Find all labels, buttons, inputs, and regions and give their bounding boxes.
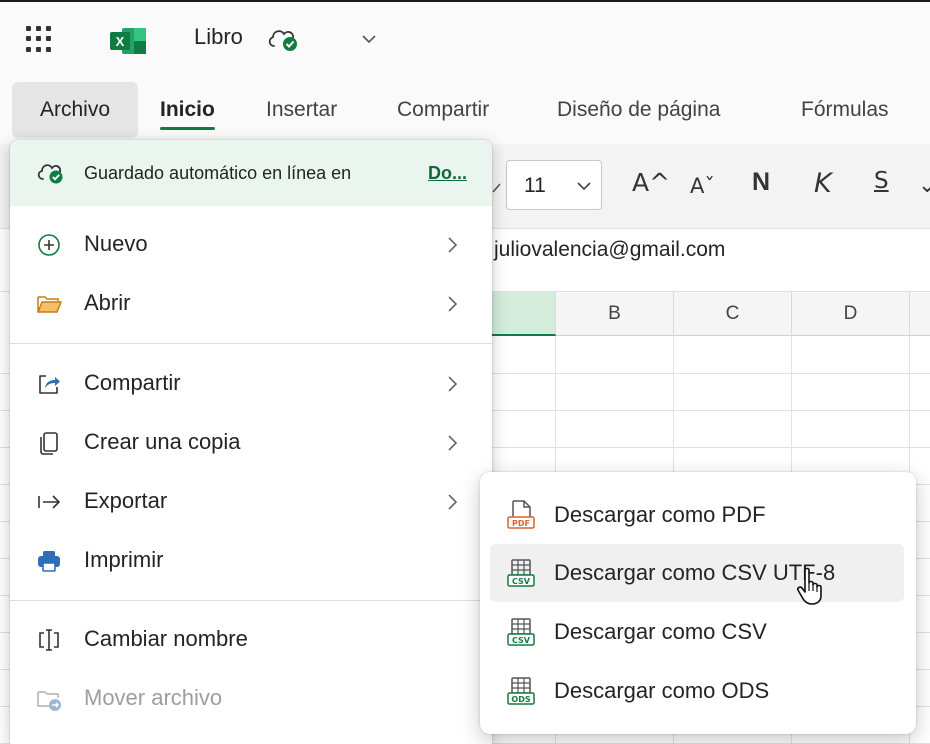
download-pdf-item[interactable]: PDF Descargar como PDF	[490, 486, 904, 544]
column-header-b[interactable]: B	[556, 292, 674, 336]
more-toolbar-icon[interactable]: ⌄	[918, 172, 930, 198]
svg-text:X: X	[116, 34, 125, 49]
app-launcher-icon[interactable]	[22, 22, 56, 56]
chevron-right-icon	[448, 494, 458, 510]
file-menu: Guardado automático en línea en Do... Nu…	[10, 140, 492, 744]
autosave-text: Guardado automático en línea en	[84, 163, 352, 183]
cloud-saved-icon[interactable]	[266, 24, 302, 54]
printer-icon	[38, 551, 60, 572]
autosave-banner: Guardado automático en línea en Do...	[10, 140, 492, 206]
tab-inicio[interactable]: Inicio	[160, 82, 215, 138]
plus-circle-icon	[38, 234, 60, 256]
menu-item-label: Crear una copia	[84, 429, 241, 454]
menu-item-mover-archivo: Mover archivo	[10, 670, 492, 728]
ods-file-icon: ODS	[507, 677, 535, 705]
grow-font-button[interactable]: A^	[632, 168, 670, 197]
copy-icon	[40, 432, 58, 455]
download-ods-item[interactable]: ODS Descargar como ODS	[490, 662, 904, 720]
hand-cursor-icon	[797, 567, 822, 605]
submenu-item-label: Descargar como CSV	[554, 619, 767, 644]
folder-open-icon	[37, 296, 62, 313]
title-chevron-down-icon[interactable]	[358, 30, 380, 48]
bold-button[interactable]: N	[752, 168, 770, 197]
download-csv-utf8-item[interactable]: CSV Descargar como CSV UTF-8	[490, 544, 904, 602]
menu-item-nuevo[interactable]: Nuevo	[10, 216, 492, 274]
download-csv-item[interactable]: CSV Descargar como CSV	[490, 603, 904, 661]
menu-divider	[10, 600, 492, 601]
export-arrow-icon	[38, 495, 61, 509]
column-header-e[interactable]	[910, 292, 930, 336]
menu-item-exportar[interactable]: Exportar	[10, 473, 492, 531]
menu-item-abrir[interactable]: Abrir	[10, 275, 492, 333]
column-header-d[interactable]: D	[792, 292, 910, 336]
tab-diseno-de-pagina[interactable]: Diseño de página	[557, 82, 720, 138]
menu-item-label: Mover archivo	[84, 685, 223, 710]
csv-file-icon: CSV	[507, 559, 535, 587]
submenu-item-label: Descargar como CSV UTF-8	[554, 560, 836, 585]
svg-text:CSV: CSV	[512, 636, 531, 645]
svg-text:CSV: CSV	[512, 577, 531, 586]
menu-item-label: Nuevo	[84, 231, 148, 256]
menu-item-label: Cambiar nombre	[84, 626, 248, 651]
chevron-right-icon	[448, 237, 458, 253]
chevron-right-icon	[448, 435, 458, 451]
autosave-location-link[interactable]: Do...	[428, 163, 467, 184]
tab-archivo[interactable]: Archivo	[12, 82, 138, 138]
excel-logo: X	[110, 28, 146, 54]
menu-item-label: Exportar	[84, 488, 168, 513]
formula-bar-content[interactable]: juliovalencia@gmail.com	[494, 238, 725, 262]
pdf-file-icon: PDF	[507, 500, 535, 529]
menu-item-cambiar-nombre[interactable]: Cambiar nombre	[10, 611, 492, 669]
menu-item-label: Compartir	[84, 370, 181, 395]
font-size-value: 11	[524, 174, 546, 197]
menu-divider	[10, 343, 492, 344]
font-name-dropdown-icon[interactable]	[490, 178, 506, 198]
shrink-font-button[interactable]: Aˇ	[690, 174, 715, 198]
menu-item-label: Abrir	[84, 290, 131, 315]
menu-item-crear-copia[interactable]: Crear una copia	[10, 414, 492, 472]
rename-icon	[39, 629, 59, 651]
submenu-item-label: Descargar como PDF	[554, 502, 766, 527]
ribbon-tab-bar: Archivo Inicio Insertar Compartir Diseño…	[0, 78, 930, 144]
export-submenu: PDF Descargar como PDF CSV Descargar com…	[480, 472, 916, 734]
menu-item-label: Imprimir	[84, 547, 164, 572]
font-size-chevron-down-icon[interactable]	[574, 178, 594, 194]
underline-button[interactable]: S	[874, 168, 889, 194]
svg-text:PDF: PDF	[512, 519, 530, 528]
move-folder-icon	[37, 691, 61, 711]
cloud-check-icon	[37, 164, 63, 184]
chevron-right-icon	[448, 376, 458, 392]
submenu-item-label: Descargar como ODS	[554, 678, 770, 703]
tab-compartir[interactable]: Compartir	[397, 82, 489, 138]
tab-formulas[interactable]: Fórmulas	[801, 82, 889, 138]
document-title[interactable]: Libro	[194, 24, 243, 50]
chevron-right-icon	[448, 296, 458, 312]
italic-button[interactable]: K	[814, 168, 832, 199]
menu-item-imprimir[interactable]: Imprimir	[10, 532, 492, 590]
svg-text:ODS: ODS	[511, 695, 530, 704]
menu-item-compartir[interactable]: Compartir	[10, 355, 492, 413]
share-icon	[39, 375, 60, 394]
csv-file-icon: CSV	[507, 618, 535, 646]
tab-insertar[interactable]: Insertar	[266, 82, 337, 138]
column-header-c[interactable]: C	[674, 292, 792, 336]
